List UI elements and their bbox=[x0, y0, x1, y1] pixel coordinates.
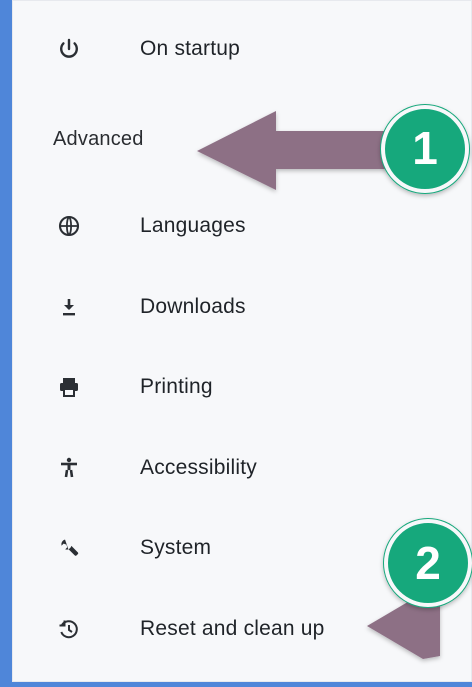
sidebar-item-printing[interactable]: Printing bbox=[12, 357, 472, 417]
sidebar-item-accessibility[interactable]: Accessibility bbox=[12, 438, 472, 498]
sidebar-item-label: System bbox=[140, 536, 212, 559]
settings-sidebar: On startup Advanced Languages Downloads bbox=[12, 0, 472, 682]
sidebar-item-label: Languages bbox=[140, 214, 246, 237]
advanced-section-heading[interactable]: Advanced bbox=[53, 128, 144, 151]
globe-icon bbox=[54, 211, 84, 241]
printer-icon bbox=[54, 372, 84, 402]
sidebar-item-system[interactable]: System bbox=[12, 518, 472, 578]
sidebar-item-reset-and-clean-up[interactable]: Reset and clean up bbox=[12, 599, 472, 659]
sidebar-item-label: Printing bbox=[140, 375, 213, 398]
sidebar-item-label: Downloads bbox=[140, 295, 246, 318]
sidebar-item-downloads[interactable]: Downloads bbox=[12, 277, 472, 337]
power-icon bbox=[54, 34, 84, 64]
sidebar-item-on-startup[interactable]: On startup bbox=[12, 19, 472, 79]
download-icon bbox=[54, 292, 84, 322]
reset-history-icon bbox=[54, 614, 84, 644]
sidebar-item-label: On startup bbox=[140, 37, 241, 60]
accessibility-icon bbox=[54, 453, 84, 483]
wrench-icon bbox=[54, 533, 84, 563]
sidebar-item-label: Accessibility bbox=[140, 456, 257, 479]
sidebar-item-label: Reset and clean up bbox=[140, 617, 325, 640]
sidebar-item-languages[interactable]: Languages bbox=[12, 196, 472, 256]
